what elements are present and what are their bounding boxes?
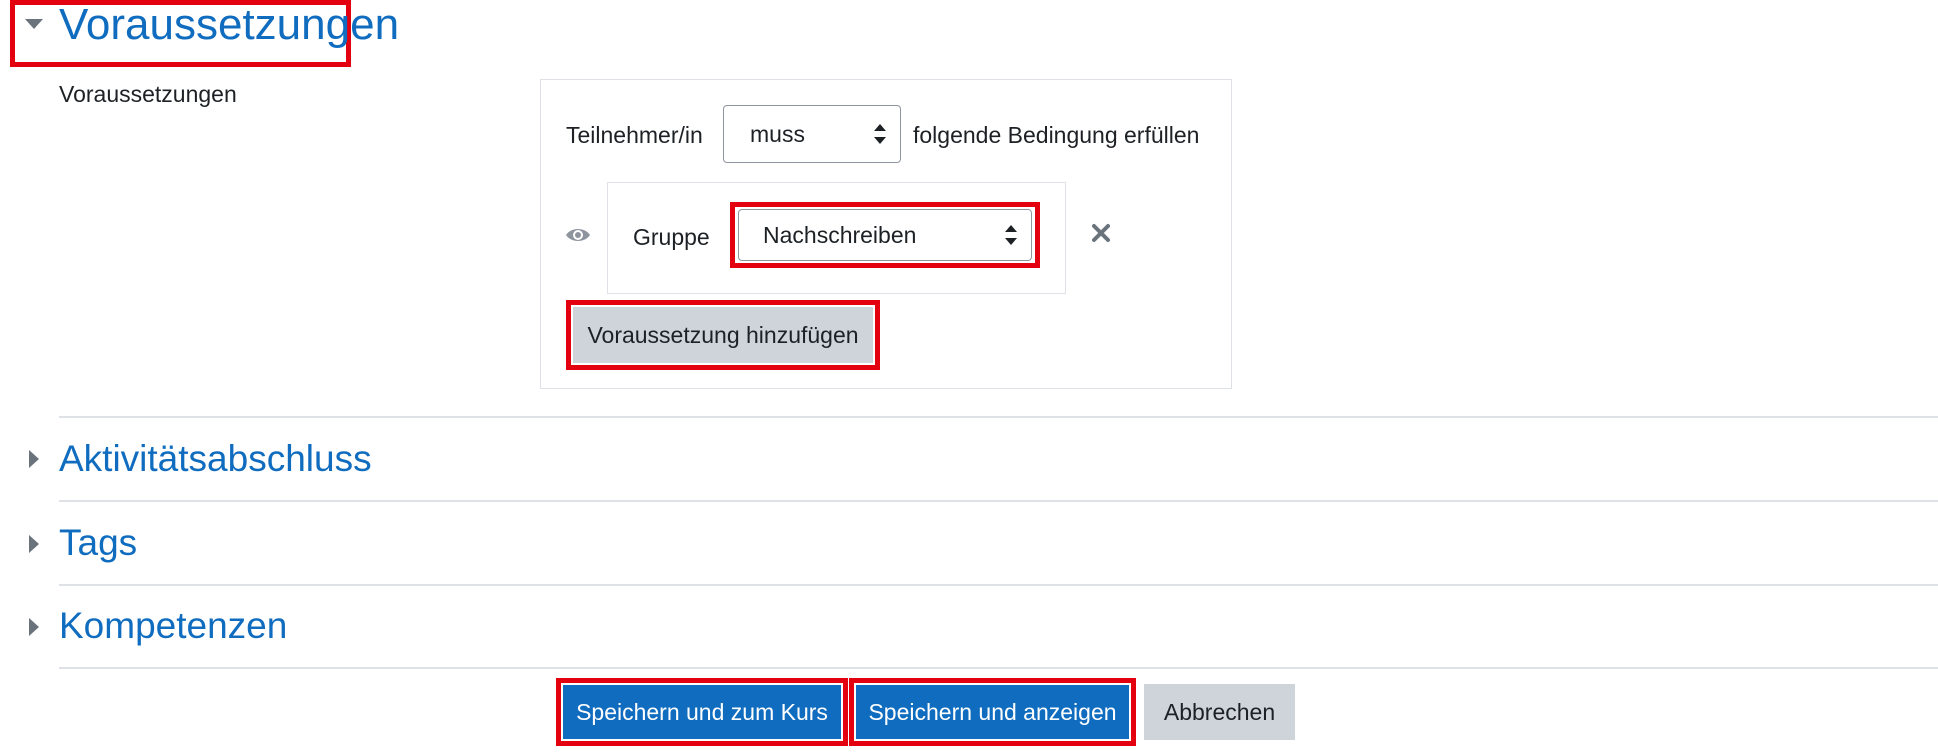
divider [59,584,1938,586]
select-caret-icon [1005,225,1017,245]
group-select-value: Nachschreiben [763,222,917,248]
chevron-right-icon[interactable] [29,450,39,468]
save-and-display-button[interactable]: Speichern und anzeigen [856,685,1129,739]
chevron-right-icon[interactable] [29,618,39,636]
chevron-right-icon[interactable] [29,535,39,553]
eye-icon[interactable] [565,222,591,248]
section-title-tags[interactable]: Tags [59,518,137,568]
group-select[interactable]: Nachschreiben [738,209,1032,261]
divider [59,667,1938,669]
must-select[interactable]: muss [723,105,901,163]
restriction-prefix: Teilnehmer/in [566,122,703,148]
close-icon[interactable] [1091,223,1111,243]
cancel-button[interactable]: Abbrechen [1144,684,1295,740]
restriction-suffix: folgende Bedingung erfüllen [913,122,1200,148]
chevron-down-icon[interactable] [25,19,43,29]
section-title-aktivitaetsabschluss[interactable]: Aktivitätsabschluss [59,434,372,484]
divider [59,500,1938,502]
select-caret-icon [874,124,886,144]
save-and-return-button[interactable]: Speichern und zum Kurs [563,685,841,739]
restrictions-field-label: Voraussetzungen [59,81,237,107]
must-select-value: muss [750,121,805,147]
section-title-kompetenzen[interactable]: Kompetenzen [59,601,287,651]
divider [59,416,1938,418]
section-title-voraussetzungen[interactable]: Voraussetzungen [59,0,399,50]
add-restriction-button[interactable]: Voraussetzung hinzufügen [573,307,873,363]
condition-type-label: Gruppe [633,224,710,250]
